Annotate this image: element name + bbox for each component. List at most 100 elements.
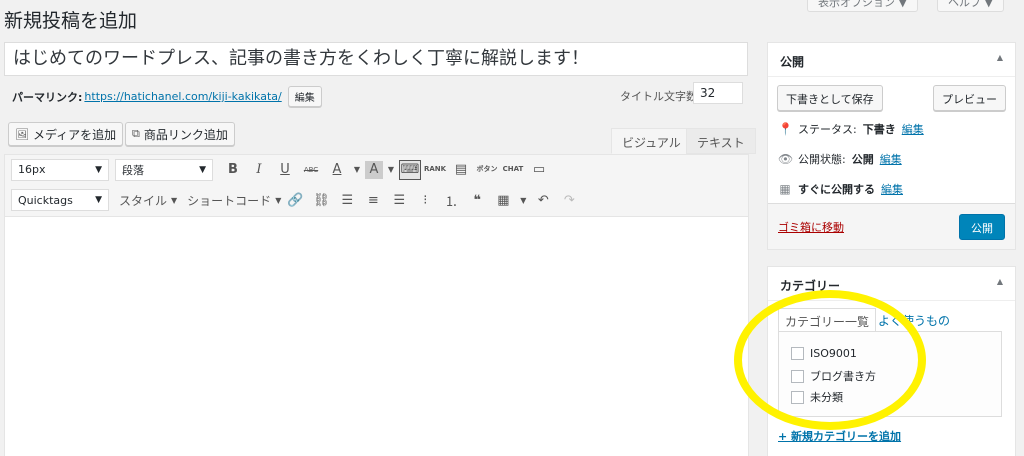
align-center-icon[interactable]: ≡	[361, 188, 385, 212]
editor-toolbar-row-1: 16px ▼ 段落 ▼ B I U ABC A ▼ A ▼ ⌨ RANK ▤ ボタン…	[5, 155, 748, 184]
eye-icon: 👁	[778, 152, 794, 166]
align-right-icon[interactable]: ☰	[387, 188, 411, 212]
chevron-down-icon: ▼	[171, 195, 178, 205]
visibility-edit-link[interactable]: 編集	[880, 151, 902, 167]
bold-icon[interactable]: B	[221, 158, 245, 182]
permalink: パーマリンク: https://hatichanel.com/kiji-kaki…	[12, 86, 322, 107]
table-list-icon[interactable]: ▤	[449, 158, 473, 182]
link-icon[interactable]: 🔗	[283, 188, 307, 212]
category-checkbox[interactable]	[791, 347, 804, 360]
publish-box-footer: ゴミ箱に移動 公開	[768, 203, 1015, 249]
page-title: 新規投稿を追加	[4, 10, 138, 32]
add-media-button[interactable]: 🖼 メディアを追加	[8, 122, 124, 146]
category-label: ISO9001	[810, 347, 857, 360]
font-size-select[interactable]: 16px ▼	[11, 158, 109, 181]
publish-box-header[interactable]: 公開 ▲	[768, 43, 1015, 77]
style-menu[interactable]: スタイル ▼	[119, 192, 177, 209]
font-size-value: 16px	[18, 163, 46, 176]
trash-link[interactable]: ゴミ箱に移動	[778, 219, 844, 235]
product-link-button[interactable]: ⧉ 商品リンク追加	[125, 122, 235, 146]
category-box-header[interactable]: カテゴリー ▲	[768, 267, 1015, 301]
status-edit-link[interactable]: 編集	[902, 121, 924, 137]
underline-icon[interactable]: U	[273, 158, 297, 182]
schedule-row: ▦ すぐに公開する 編集	[778, 181, 903, 197]
category-label: 未分類	[810, 391, 843, 404]
chevron-down-icon: ▼	[95, 195, 102, 205]
undo-icon[interactable]: ↶	[531, 188, 555, 212]
align-left-icon[interactable]: ☰	[335, 188, 359, 212]
background-color-dropdown-icon[interactable]: ▼	[385, 158, 397, 182]
tab-popular-categories[interactable]: よく使うもの	[872, 308, 956, 333]
chat-icon-label: CHAT	[502, 165, 524, 173]
background-color-icon[interactable]: A	[365, 160, 383, 179]
post-editor: 16px ▼ 段落 ▼ B I U ABC A ▼ A ▼ ⌨ RANK ▤ ボタン…	[4, 154, 749, 456]
blockquote-icon[interactable]: ❝	[465, 188, 489, 212]
category-label: ブログ書き方	[810, 370, 876, 383]
product-link-label: 商品リンク追加	[143, 127, 228, 142]
rank-icon[interactable]: RANK	[423, 158, 447, 182]
shortcode-label: ショートコード	[187, 193, 272, 208]
style-label: スタイル	[119, 193, 168, 208]
list-item[interactable]: 未分類	[791, 389, 843, 405]
visibility-row: 👁 公開状態: 公開 編集	[778, 151, 902, 167]
rank-icon-label: RANK	[423, 165, 447, 173]
shortcode-menu[interactable]: ショートコード ▼	[187, 192, 281, 209]
chevron-down-icon: ▼	[275, 195, 282, 205]
chevron-down-icon: ▼	[199, 164, 206, 175]
publish-button[interactable]: 公開	[959, 214, 1005, 240]
calendar-icon: ▦	[779, 182, 791, 196]
italic-icon[interactable]: I	[247, 158, 271, 182]
publish-box-title: 公開	[780, 55, 805, 69]
list-item[interactable]: ISO9001	[791, 347, 857, 360]
table-dropdown-icon[interactable]: ▼	[517, 188, 529, 212]
category-list: ISO9001 ブログ書き方 未分類	[778, 331, 1002, 417]
pin-icon: 📍	[778, 122, 793, 136]
title-count-label: タイトル文字数:	[620, 90, 701, 103]
collapse-up-icon[interactable]: ▲	[997, 53, 1003, 66]
table-icon[interactable]: ▦	[491, 188, 515, 212]
button-icon-label: ボタン	[476, 165, 498, 173]
publish-box: 公開 ▲ 下書きとして保存 プレビュー 📍 ステータス: 下書き 編集 👁 公開…	[767, 42, 1016, 250]
format-value: 段落	[122, 163, 144, 177]
title-count-field[interactable]: 32	[693, 82, 743, 104]
save-draft-button[interactable]: 下書きとして保存	[777, 85, 883, 111]
bullet-list-icon[interactable]: ⁝	[413, 188, 437, 212]
category-checkbox[interactable]	[791, 390, 804, 404]
permalink-url-link[interactable]: https://hatichanel.com/kiji-kakikata/	[84, 90, 281, 103]
list-item[interactable]: ブログ書き方	[791, 368, 876, 384]
schedule-edit-link[interactable]: 編集	[881, 181, 903, 197]
quicktags-select[interactable]: Quicktags ▼	[11, 189, 109, 211]
add-new-category-link[interactable]: + 新規カテゴリーを追加	[778, 428, 901, 444]
visibility-label: 公開状態:	[798, 153, 846, 166]
redo-icon[interactable]: ↷	[557, 188, 581, 212]
text-color-icon[interactable]: A	[325, 158, 349, 182]
strikethrough-icon[interactable]: ABC	[299, 158, 323, 182]
chevron-down-icon: ▼	[95, 164, 102, 175]
schedule-label: すぐに公開する	[798, 183, 875, 196]
format-select[interactable]: 段落 ▼	[115, 158, 213, 181]
numbered-list-icon[interactable]: ⒈	[439, 188, 463, 212]
unlink-icon[interactable]: ⛓	[309, 188, 333, 212]
editor-toolbar-row-2: Quicktags ▼ スタイル ▼ ショートコード ▼ 🔗 ⛓ ☰ ≡ ☰ ⁝ ⒈ …	[5, 184, 748, 217]
status-row: 📍 ステータス: 下書き 編集	[778, 121, 924, 137]
keyboard-icon[interactable]: ⌨	[399, 159, 421, 180]
visibility-value: 公開	[851, 153, 874, 166]
help-button[interactable]: ヘルプ ▼	[937, 0, 1004, 12]
button-icon[interactable]: ボタン	[475, 158, 499, 182]
preview-button[interactable]: プレビュー	[933, 85, 1006, 111]
box-icon[interactable]: ▭	[527, 158, 551, 182]
add-media-label: メディアを追加	[32, 127, 117, 142]
collapse-up-icon[interactable]: ▲	[997, 277, 1003, 290]
category-box-title: カテゴリー	[780, 279, 841, 293]
status-label: ステータス:	[798, 123, 857, 136]
post-title-input[interactable]: はじめてのワードプレス、記事の書き方をくわしく丁寧に解説します！	[4, 42, 748, 76]
status-value: 下書き	[862, 123, 896, 136]
screen-options-button[interactable]: 表示オプション ▼	[807, 0, 918, 12]
permalink-edit-button[interactable]: 編集	[287, 86, 322, 107]
category-checkbox[interactable]	[791, 369, 804, 383]
tab-text[interactable]: テキスト	[686, 128, 756, 154]
media-icon: 🖼	[15, 127, 29, 141]
text-color-dropdown-icon[interactable]: ▼	[351, 158, 363, 182]
tab-visual[interactable]: ビジュアル	[611, 128, 692, 154]
chat-icon[interactable]: CHAT	[501, 158, 525, 182]
